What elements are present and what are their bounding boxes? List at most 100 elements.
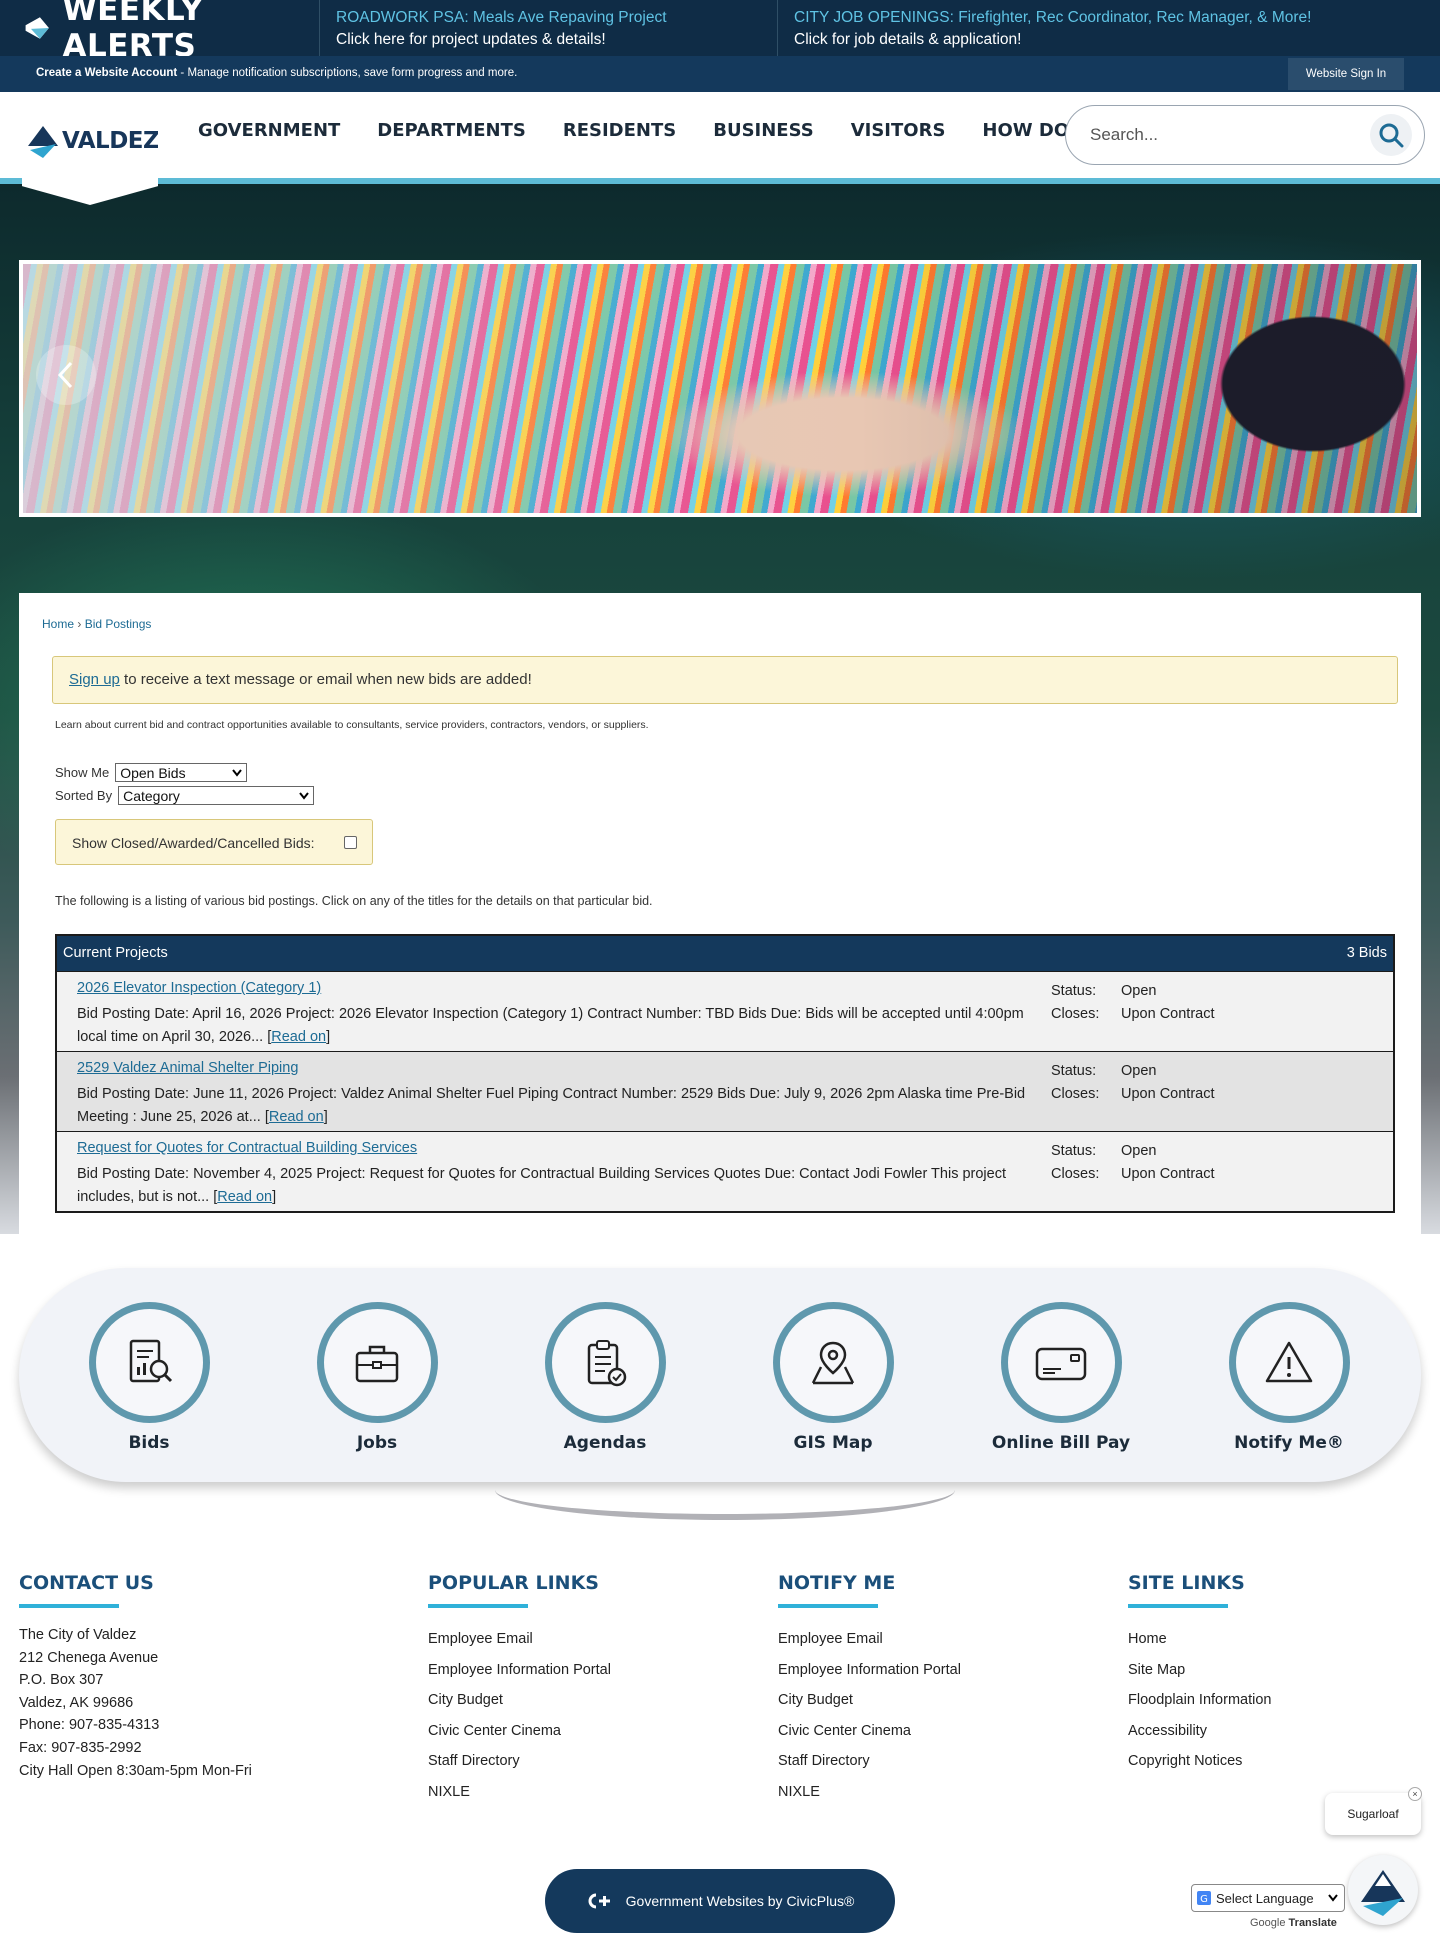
footer-notify-me: NOTIFY ME Employee Email Employee Inform… xyxy=(778,1572,961,1807)
quick-link-online-bill-pay[interactable]: Online Bill Pay xyxy=(961,1302,1161,1453)
footer-link[interactable]: Site Map xyxy=(1128,1655,1271,1686)
bid-meta: Status: Open Closes: Upon Contract xyxy=(1051,1060,1215,1106)
status-value: Open xyxy=(1121,983,1157,999)
alert-roadwork[interactable]: ROADWORK PSA: Meals Ave Repaving Project… xyxy=(320,0,778,56)
chevron-down-icon xyxy=(299,791,309,800)
footer-heading-underline xyxy=(428,1604,528,1608)
read-on-link[interactable]: Read on xyxy=(217,1189,272,1205)
footer-link[interactable]: Employee Information Portal xyxy=(778,1655,961,1686)
quick-link-notify-me[interactable]: Notify Me® xyxy=(1189,1302,1389,1453)
website-sign-in-button[interactable]: Website Sign In xyxy=(1288,58,1404,90)
status-value: Open xyxy=(1121,1063,1157,1079)
map-pin-icon xyxy=(811,1341,855,1384)
bid-description: Bid Posting Date: November 4, 2025 Proje… xyxy=(77,1166,1006,1205)
quick-link-gis-map[interactable]: GIS Map xyxy=(733,1302,933,1453)
quick-link-label: Notify Me® xyxy=(1234,1433,1344,1453)
footer-link[interactable]: Home xyxy=(1128,1624,1271,1655)
svg-text:G: G xyxy=(1200,1894,1208,1905)
breadcrumb: Home › Bid Postings xyxy=(42,617,151,631)
quick-link-jobs[interactable]: Jobs xyxy=(277,1302,477,1453)
closes-value: Upon Contract xyxy=(1121,1166,1215,1182)
footer-link[interactable]: Staff Directory xyxy=(778,1746,961,1777)
show-closed-checkbox[interactable] xyxy=(344,836,357,849)
show-me-label: Show Me xyxy=(55,765,110,780)
alerts-brand: WEEKLY ALERTS xyxy=(0,0,320,64)
language-select[interactable]: G Select Language xyxy=(1191,1884,1345,1912)
chevron-left-icon xyxy=(57,361,73,389)
nav-government[interactable]: GOVERNMENT xyxy=(198,120,340,141)
sign-up-link[interactable]: Sign up xyxy=(69,671,120,688)
main-content: Home › Bid Postings Sign up to receive a… xyxy=(19,593,1421,1238)
signup-text: to receive a text message or email when … xyxy=(119,671,532,688)
closes-label: Closes: xyxy=(1051,1006,1100,1022)
breadcrumb-home[interactable]: Home xyxy=(42,617,74,631)
show-me-value: Open Bids xyxy=(120,764,186,781)
chat-bubble[interactable]: Sugarloaf xyxy=(1325,1793,1421,1835)
google-label: Google xyxy=(1250,1917,1286,1929)
footer-heading: CONTACT US xyxy=(19,1572,154,1594)
carousel-prev-button[interactable] xyxy=(36,345,96,405)
footer-link[interactable]: Employee Email xyxy=(778,1624,961,1655)
bid-title-link[interactable]: Request for Quotes for Contractual Build… xyxy=(77,1140,417,1156)
alerts-title: WEEKLY ALERTS xyxy=(62,0,204,64)
bid-description: Bid Posting Date: April 16, 2026 Project… xyxy=(77,1006,1024,1045)
alert-title[interactable]: ROADWORK PSA: Meals Ave Repaving Project xyxy=(336,7,761,29)
alert-jobs[interactable]: CITY JOB OPENINGS: Firefighter, Rec Coor… xyxy=(778,0,1440,56)
account-bar: Create a Website Account - Manage notifi… xyxy=(0,56,1440,92)
mountain-mascot-icon xyxy=(1361,1870,1405,1916)
footer-heading-underline xyxy=(19,1604,119,1608)
alert-title[interactable]: CITY JOB OPENINGS: Firefighter, Rec Coor… xyxy=(794,7,1424,29)
chatbot-launcher[interactable] xyxy=(1348,1855,1418,1925)
chevron-down-icon xyxy=(1328,1894,1338,1902)
show-me-row: Show Me Open Bids xyxy=(55,763,248,782)
search-input[interactable]: Search... xyxy=(1065,105,1425,165)
search-button[interactable] xyxy=(1370,114,1412,156)
footer-link[interactable]: Civic Center Cinema xyxy=(428,1716,611,1747)
civicplus-button[interactable]: Government Websites by CivicPlus® xyxy=(545,1869,895,1933)
footer-link[interactable]: NIXLE xyxy=(778,1777,961,1808)
listing-note: The following is a listing of various bi… xyxy=(55,894,653,908)
read-on-link[interactable]: Read on xyxy=(271,1029,326,1045)
footer-link[interactable]: NIXLE xyxy=(428,1777,611,1808)
valdez-logo[interactable]: VALDEZ xyxy=(22,100,158,205)
footer-link[interactable]: Civic Center Cinema xyxy=(778,1716,961,1747)
bid-count: 3 Bids xyxy=(1346,945,1387,961)
logo-text: VALDEZ xyxy=(62,128,160,154)
status-label: Status: xyxy=(1051,1063,1097,1079)
chat-close-button[interactable]: × xyxy=(1408,1787,1422,1801)
footer-link[interactable]: Floodplain Information xyxy=(1128,1685,1271,1716)
sorted-by-select[interactable]: Category xyxy=(118,786,315,805)
mountain-logo-icon xyxy=(28,126,58,158)
bid-description: Bid Posting Date: June 11, 2026 Project:… xyxy=(77,1086,1026,1125)
show-me-select[interactable]: Open Bids xyxy=(115,763,248,782)
civicplus-label: Government Websites by CivicPlus® xyxy=(625,1893,855,1909)
breadcrumb-current[interactable]: Bid Postings xyxy=(85,617,152,631)
footer-heading-underline xyxy=(778,1604,878,1608)
nav-business[interactable]: BUSINESS xyxy=(713,120,813,141)
create-account-link[interactable]: Create a Website Account xyxy=(36,67,177,79)
footer-link[interactable]: City Budget xyxy=(428,1685,611,1716)
footer-link[interactable]: Employee Information Portal xyxy=(428,1655,611,1686)
nav-departments[interactable]: DEPARTMENTS xyxy=(377,120,526,141)
nav-visitors[interactable]: VISITORS xyxy=(851,120,946,141)
bid-row: 2026 Elevator Inspection (Category 1) Bi… xyxy=(57,971,1393,1051)
account-text: Create a Website Account - Manage notifi… xyxy=(36,67,517,79)
read-on-link[interactable]: Read on xyxy=(269,1109,324,1125)
breadcrumb-separator: › xyxy=(74,617,85,631)
alert-subtitle[interactable]: Click for job details & application! xyxy=(794,29,1424,51)
nav-residents[interactable]: RESIDENTS xyxy=(563,120,676,141)
footer-link[interactable]: Staff Directory xyxy=(428,1746,611,1777)
intro-text: Learn about current bid and contract opp… xyxy=(55,719,649,731)
quick-link-agendas[interactable]: Agendas xyxy=(505,1302,705,1453)
google-g-icon: G xyxy=(1197,1891,1211,1905)
quick-link-bids[interactable]: Bids xyxy=(49,1302,249,1453)
alert-subtitle[interactable]: Click here for project updates & details… xyxy=(336,29,761,51)
bid-title-link[interactable]: 2529 Valdez Animal Shelter Piping xyxy=(77,1060,298,1076)
footer-link[interactable]: Copyright Notices xyxy=(1128,1746,1271,1777)
footer-link[interactable]: Accessibility xyxy=(1128,1716,1271,1747)
bid-title-link[interactable]: 2026 Elevator Inspection (Category 1) xyxy=(77,980,321,996)
footer-link[interactable]: Employee Email xyxy=(428,1624,611,1655)
warning-triangle-icon xyxy=(1265,1341,1313,1382)
footer-link[interactable]: City Budget xyxy=(778,1685,961,1716)
contact-line: Fax: 907-835-2992 xyxy=(19,1739,142,1756)
